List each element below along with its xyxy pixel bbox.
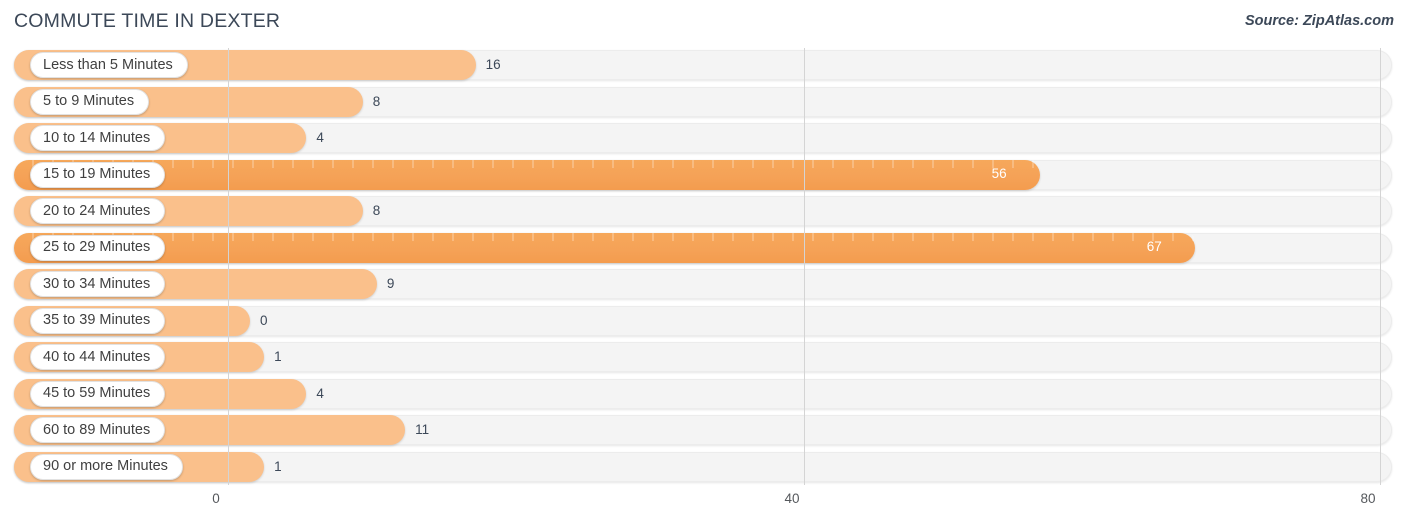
bar-row: 90 or more Minutes 1 [0, 450, 1406, 487]
bar-row: 10 to 14 Minutes 4 [0, 121, 1406, 158]
bar-row: 60 to 89 Minutes 11 [0, 413, 1406, 450]
bar-tick-pattern [14, 232, 1195, 241]
bar-tick-pattern [14, 159, 1040, 168]
bar-row: 40 to 44 Minutes 1 [0, 340, 1406, 377]
category-label: 5 to 9 Minutes [43, 93, 135, 110]
category-label: 20 to 24 Minutes [43, 202, 151, 219]
category-label-pill[interactable]: 15 to 19 Minutes [30, 161, 166, 188]
page-title: COMMUTE TIME IN DEXTER [14, 10, 281, 32]
category-label-pill[interactable]: 30 to 34 Minutes [30, 271, 166, 297]
bar-value-label: 11 [415, 422, 430, 437]
bar-value-label: 9 [386, 276, 395, 291]
chart-header: COMMUTE TIME IN DEXTER Source: ZipAtlas.… [0, 0, 1406, 46]
bar[interactable] [14, 232, 1195, 263]
category-label-pill[interactable]: 35 to 39 Minutes [30, 307, 166, 334]
x-axis-tick-label: 0 [212, 491, 220, 506]
bar-row: 20 to 24 Minutes 8 [0, 194, 1406, 231]
bar-value-label: 1 [274, 349, 282, 364]
category-label: 30 to 34 Minutes [43, 275, 151, 292]
category-label-pill[interactable]: 45 to 59 Minutes [30, 380, 166, 407]
x-axis-tick-label: 80 [1360, 491, 1376, 506]
bar-value-label: 8 [372, 93, 381, 109]
bar-value-label: 56 [991, 166, 1007, 181]
category-label-pill[interactable]: 90 or more Minutes [30, 453, 183, 480]
category-label-pill[interactable]: 5 to 9 Minutes [30, 88, 150, 115]
category-label: 60 to 89 Minutes [43, 421, 151, 438]
source-attribution: Source: ZipAtlas.com [1244, 13, 1394, 29]
bar-row: 5 to 9 Minutes 8 [0, 85, 1406, 122]
x-axis-tick-label: 40 [784, 491, 800, 506]
bar-row: 30 to 34 Minutes 9 [0, 267, 1406, 304]
bar-row: 45 to 59 Minutes 4 [0, 377, 1406, 414]
category-label: 45 to 59 Minutes [43, 385, 151, 402]
category-label: Less than 5 Minutes [43, 56, 173, 73]
bar-value-label: 16 [485, 57, 501, 72]
category-label: 10 to 14 Minutes [43, 129, 151, 146]
bar-value-label: 0 [260, 312, 268, 328]
bar-row: 25 to 29 Minutes 67 [0, 231, 1406, 268]
bar-value-label: 67 [1146, 239, 1162, 254]
bar-row-list: Less than 5 Minutes 16 5 to 9 Minutes 8 10 t… [0, 48, 1406, 486]
category-label-pill[interactable]: 25 to 29 Minutes [30, 234, 166, 261]
bar-value-label: 1 [274, 458, 282, 474]
bar[interactable] [14, 159, 1040, 190]
plot-area: Less than 5 Minutes 16 5 to 9 Minutes 8 10 t… [0, 48, 1406, 485]
category-label-pill[interactable]: Less than 5 Minutes [30, 52, 188, 78]
category-label-pill[interactable]: 20 to 24 Minutes [30, 198, 166, 224]
category-label: 40 to 44 Minutes [43, 348, 151, 365]
category-label: 15 to 19 Minutes [43, 166, 151, 183]
x-axis: 0 40 80 [0, 485, 1406, 523]
category-label: 25 to 29 Minutes [43, 239, 151, 256]
category-label-pill[interactable]: 60 to 89 Minutes [30, 417, 166, 443]
category-label: 35 to 39 Minutes [43, 312, 151, 329]
category-label-pill[interactable]: 10 to 14 Minutes [30, 125, 166, 151]
bar-row: 35 to 39 Minutes 0 [0, 304, 1406, 341]
bar-value-label: 8 [372, 203, 381, 218]
category-label: 90 or more Minutes [43, 458, 168, 475]
bar-row: 15 to 19 Minutes 56 [0, 158, 1406, 195]
bar-value-label: 4 [316, 385, 324, 401]
bar-value-label: 4 [316, 130, 324, 145]
chart-container: COMMUTE TIME IN DEXTER Source: ZipAtlas.… [0, 0, 1406, 523]
bar-row: Less than 5 Minutes 16 [0, 48, 1406, 85]
category-label-pill[interactable]: 40 to 44 Minutes [30, 344, 166, 370]
